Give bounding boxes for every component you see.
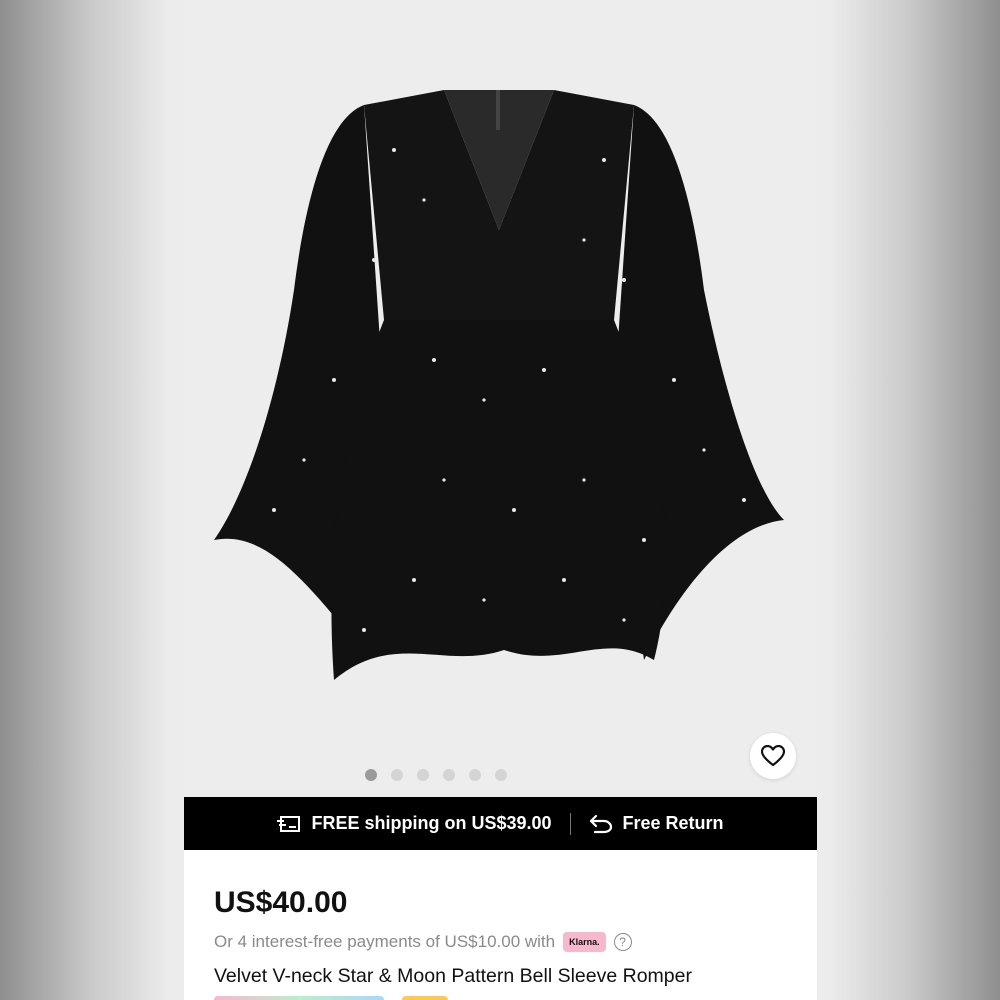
klarna-logo[interactable]: Klarna.: [563, 932, 606, 952]
shipping-truck-icon: [277, 815, 301, 832]
gallery-dot-active[interactable]: [364, 769, 377, 781]
installment-info: Or 4 interest-free payments of US$10.00 …: [214, 932, 632, 952]
return-arrow-icon: [589, 814, 612, 833]
shipping-return-banner: FREE shipping on US$39.00 Free Return: [184, 797, 817, 850]
gallery-dot[interactable]: [468, 769, 481, 781]
product-price: US$40.00: [214, 886, 348, 919]
banner-divider: [569, 812, 571, 835]
free-shipping-info[interactable]: FREE shipping on US$39.00: [277, 813, 552, 834]
gallery-dot[interactable]: [442, 769, 455, 781]
help-icon[interactable]: ?: [613, 933, 632, 951]
free-shipping-text: FREE shipping on US$39.00: [311, 813, 552, 833]
image-gallery[interactable]: [184, 0, 817, 797]
product-page: FREE shipping on US$39.00 Free Return US…: [184, 0, 817, 1000]
gallery-dot[interactable]: [390, 769, 403, 781]
gallery-pagination: [184, 769, 817, 781]
gallery-dot[interactable]: [494, 769, 507, 781]
product-title: Velvet V-neck Star & Moon Pattern Bell S…: [214, 965, 692, 987]
promo-tag[interactable]: [214, 996, 384, 1000]
free-return-text: Free Return: [622, 813, 724, 833]
heart-icon: [761, 745, 785, 767]
product-image: [214, 90, 784, 680]
wishlist-button[interactable]: [750, 733, 796, 779]
gallery-dot[interactable]: [416, 769, 429, 781]
promo-tag[interactable]: [402, 996, 448, 1000]
free-return-info[interactable]: Free Return: [589, 813, 724, 834]
installment-text: Or 4 interest-free payments of US$10.00 …: [214, 932, 556, 951]
